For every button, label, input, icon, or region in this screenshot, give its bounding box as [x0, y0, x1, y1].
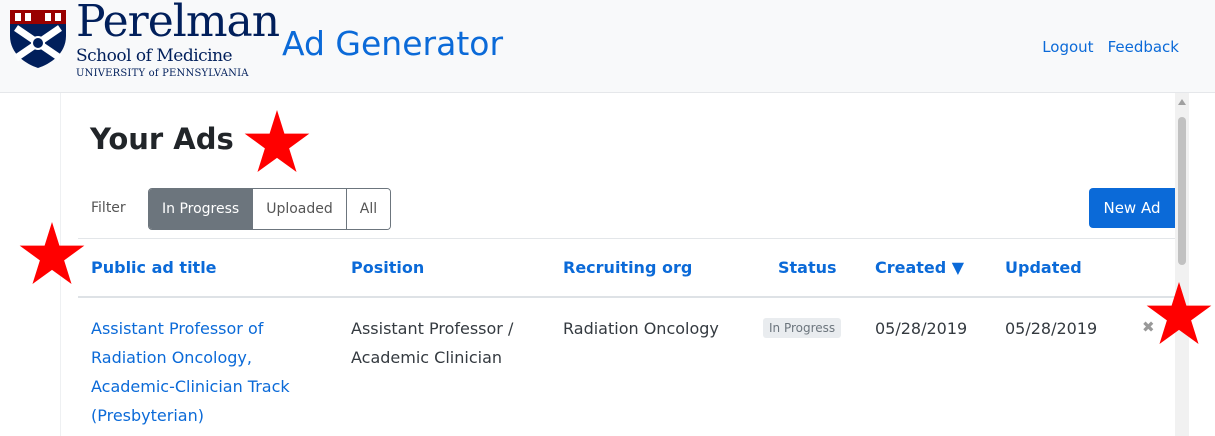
column-header-created[interactable]: Created ▼: [875, 258, 964, 277]
filter-label: Filter: [91, 200, 126, 216]
app-title[interactable]: Ad Generator: [282, 24, 503, 63]
navbar: Perelman School of Medicine UNIVERSITY o…: [0, 0, 1215, 93]
feedback-link[interactable]: Feedback: [1108, 38, 1179, 56]
nav-links: Logout Feedback: [1042, 38, 1179, 56]
penn-shield-icon: [10, 10, 66, 68]
column-header-public-ad-title[interactable]: Public ad title: [91, 258, 217, 277]
scroll-up-arrow-icon[interactable]: [1178, 99, 1186, 105]
status-badge: In Progress: [763, 318, 842, 338]
filter-uploaded-button[interactable]: Uploaded: [253, 189, 347, 229]
page-title: Your Ads: [90, 122, 234, 156]
red-star-annotation-icon: [244, 110, 310, 172]
column-header-position[interactable]: Position: [351, 258, 424, 277]
logout-link[interactable]: Logout: [1042, 38, 1093, 56]
logo-university-text: UNIVERSITY of PENNSYLVANIA: [76, 68, 249, 79]
filter-all-button[interactable]: All: [346, 189, 391, 229]
red-star-annotation-icon: [1146, 282, 1212, 344]
filter-button-group: In Progress Uploaded All: [148, 188, 392, 230]
column-header-updated[interactable]: Updated: [1005, 258, 1082, 277]
cell-created: 05/28/2019: [875, 319, 968, 338]
cell-position: Assistant Professor / Academic Clinician: [351, 319, 514, 367]
vertical-scrollbar[interactable]: [1175, 93, 1189, 436]
cell-updated: 05/28/2019: [1005, 319, 1098, 338]
ad-title-link[interactable]: Assistant Professor of Radiation Oncolog…: [91, 314, 321, 430]
cell-recruiting-org: Radiation Oncology: [563, 319, 719, 338]
column-header-status[interactable]: Status: [778, 258, 837, 277]
column-header-recruiting-org[interactable]: Recruiting org: [563, 258, 692, 277]
filter-in-progress-button[interactable]: In Progress: [149, 189, 254, 229]
new-ad-button[interactable]: New Ad: [1089, 188, 1175, 228]
table-top-divider: [78, 238, 1175, 239]
perelman-logo[interactable]: Perelman School of Medicine UNIVERSITY o…: [6, 0, 280, 88]
scrollbar-thumb[interactable]: [1178, 117, 1186, 265]
logo-sub-text: School of Medicine: [76, 46, 233, 66]
logo-main-text: Perelman: [76, 0, 280, 47]
red-star-annotation-icon: [19, 222, 85, 284]
table-header-divider: [78, 296, 1175, 298]
